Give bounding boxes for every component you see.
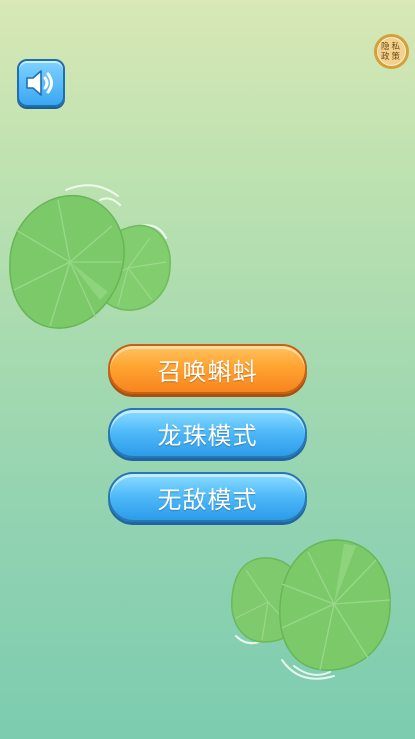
dragon-ball-mode-button[interactable]: 龙珠模式 [108,408,307,458]
lily-pad [231,557,307,643]
speaker-icon [26,70,53,96]
summon-tadpole-label: 召唤蝌蚪 [157,357,258,386]
water-ripple [281,659,335,680]
water-ripple [99,197,121,206]
invincible-mode-label: 无敌模式 [157,485,258,514]
sound-toggle-button[interactable] [17,59,65,107]
privacy-policy-label-line2: 政策 [380,51,402,62]
water-ripple [139,224,167,239]
lily-pad [9,194,125,329]
lily-pad [279,539,391,671]
water-ripple [293,665,331,676]
summon-tadpole-button[interactable]: 召唤蝌蚪 [108,344,307,394]
invincible-mode-button[interactable]: 无敌模式 [108,472,307,522]
lily-pad [93,224,171,311]
dragon-ball-mode-label: 龙珠模式 [157,421,258,450]
privacy-policy-button[interactable]: 隐私 政策 [374,34,409,69]
water-ripple [235,635,265,645]
water-ripple [65,184,119,197]
privacy-policy-label-line1: 隐私 [380,41,402,52]
